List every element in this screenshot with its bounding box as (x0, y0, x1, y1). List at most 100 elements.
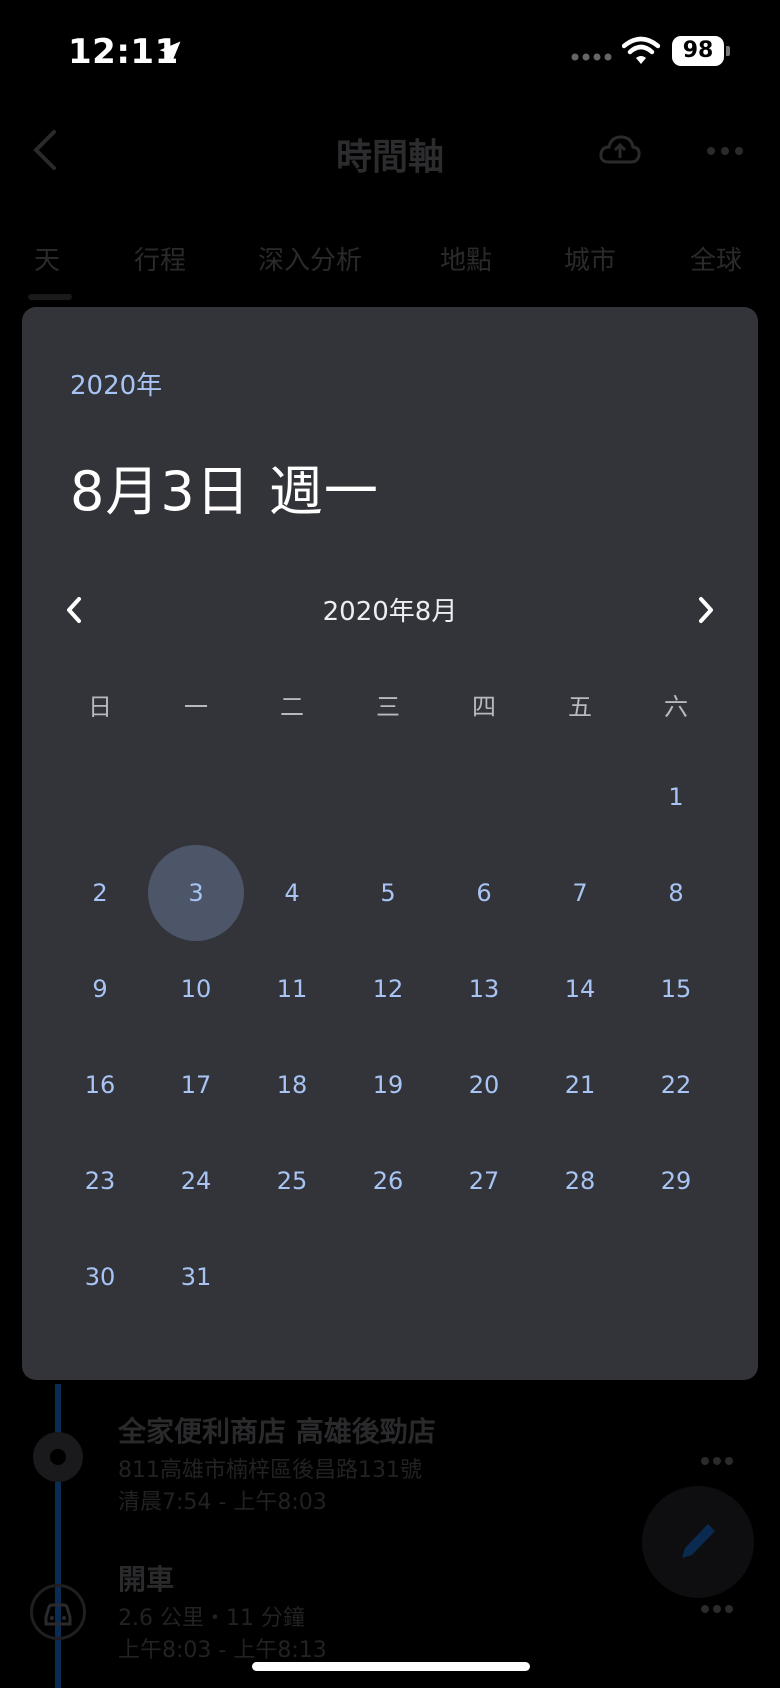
calendar-day-label: 31 (180, 1263, 212, 1291)
calendar-day-label: 22 (660, 1071, 692, 1099)
weekday-sun: 日 (88, 693, 112, 721)
calendar-day-label: 24 (180, 1167, 212, 1195)
calendar-day-label: 28 (564, 1167, 596, 1195)
calendar-day-label: 19 (372, 1071, 404, 1099)
tab-day[interactable]: 天 (34, 240, 60, 277)
calendar-day[interactable]: 23 (52, 1133, 148, 1229)
drive-time: 上午8:03 - 上午8:13 (118, 1638, 327, 1663)
calendar-day[interactable]: 15 (628, 941, 724, 1037)
calendar-day[interactable]: 17 (148, 1037, 244, 1133)
next-month-icon[interactable] (692, 593, 720, 627)
car-icon (30, 1584, 86, 1640)
date-picker-dialog: 2020年 8月3日 週一 2020年8月 日 一 二 三 四 五 六 1234… (22, 307, 758, 1380)
month-label: 2020年8月 (322, 597, 458, 627)
drive-distance: 2.6 公里・11 分鐘 (118, 1606, 305, 1631)
calendar-day-label: 7 (572, 879, 588, 907)
calendar-day[interactable]: 1 (628, 749, 724, 845)
calendar-day[interactable]: 21 (532, 1037, 628, 1133)
tab-cities[interactable]: 城市 (564, 240, 616, 277)
calendar-day-label: 9 (92, 975, 108, 1003)
calendar-day-label: 15 (660, 975, 692, 1003)
calendar-day[interactable]: 30 (52, 1229, 148, 1325)
calendar-day-label: 8 (668, 879, 684, 907)
battery-indicator: 98 (672, 36, 724, 66)
edit-button[interactable] (642, 1486, 754, 1598)
location-arrow-icon (159, 41, 181, 63)
calendar-day[interactable]: 26 (340, 1133, 436, 1229)
calendar-day-label: 12 (372, 975, 404, 1003)
calendar-day-label: 20 (468, 1071, 500, 1099)
calendar-day[interactable]: 22 (628, 1037, 724, 1133)
calendar-day[interactable]: 12 (340, 941, 436, 1037)
place-time: 清晨7:54 - 上午8:03 (118, 1490, 327, 1515)
tab-world[interactable]: 全球 (690, 240, 742, 277)
tab-trips[interactable]: 行程 (134, 240, 186, 277)
calendar-day[interactable]: 4 (244, 845, 340, 941)
cellular-signal-icon (571, 53, 612, 61)
weekday-mon: 一 (184, 693, 208, 721)
calendar-day[interactable]: 11 (244, 941, 340, 1037)
drive-title[interactable]: 開車 (118, 1558, 174, 1598)
calendar-day-label: 13 (468, 975, 500, 1003)
weekday-tue: 二 (280, 693, 304, 721)
calendar-day-label: 5 (380, 879, 396, 907)
calendar-day[interactable]: 5 (340, 845, 436, 941)
pencil-icon (682, 1524, 715, 1558)
calendar-day[interactable]: 13 (436, 941, 532, 1037)
calendar-day-label: 29 (660, 1167, 692, 1195)
place-address: 811高雄市楠梓區後昌路131號 (118, 1458, 422, 1483)
wifi-icon (622, 36, 660, 64)
tab-indicator (28, 294, 72, 300)
calendar-day[interactable]: 16 (52, 1037, 148, 1133)
weekday-fri: 五 (568, 693, 592, 721)
calendar-day-label: 10 (180, 975, 212, 1003)
place-title[interactable]: 全家便利商店 高雄後勁店 (118, 1410, 436, 1450)
calendar-day-label: 25 (276, 1167, 308, 1195)
calendar-day-selected[interactable]: 3 (148, 845, 244, 941)
calendar-day[interactable]: 24 (148, 1133, 244, 1229)
calendar-day-label: 27 (468, 1167, 500, 1195)
calendar-day[interactable]: 28 (532, 1133, 628, 1229)
place-more-icon[interactable] (700, 1456, 734, 1466)
calendar-day[interactable]: 7 (532, 845, 628, 941)
tab-places[interactable]: 地點 (440, 240, 492, 277)
calendar-day-label: 2 (92, 879, 108, 907)
calendar-day[interactable]: 19 (340, 1037, 436, 1133)
weekday-header: 日 一 二 三 四 五 六 (52, 687, 724, 737)
battery-tip (726, 46, 730, 56)
status-bar: 12:11 98 (0, 0, 780, 100)
calendar-day-label: 30 (84, 1263, 116, 1291)
more-options-icon[interactable] (706, 146, 744, 156)
place-pin-icon (33, 1432, 83, 1482)
selected-date-header: 8月3日 週一 (70, 460, 379, 523)
calendar-day-label: 11 (276, 975, 308, 1003)
calendar-day[interactable]: 9 (52, 941, 148, 1037)
drive-more-icon[interactable] (700, 1604, 734, 1614)
calendar-day-label: 17 (180, 1071, 212, 1099)
calendar-day[interactable]: 25 (244, 1133, 340, 1229)
calendar-day[interactable]: 27 (436, 1133, 532, 1229)
calendar-day[interactable]: 29 (628, 1133, 724, 1229)
month-navigation: 2020年8月 (22, 585, 758, 635)
calendar-day[interactable]: 20 (436, 1037, 532, 1133)
calendar-day-label: 14 (564, 975, 596, 1003)
nav-bar: 時間軸 (0, 110, 780, 190)
calendar-day[interactable]: 14 (532, 941, 628, 1037)
calendar-day[interactable]: 10 (148, 941, 244, 1037)
calendar-day[interactable]: 18 (244, 1037, 340, 1133)
home-indicator[interactable] (252, 1662, 530, 1671)
calendar-day[interactable]: 8 (628, 845, 724, 941)
weekday-sat: 六 (664, 693, 688, 721)
year-selector[interactable]: 2020年 (70, 365, 162, 402)
calendar-day-label: 4 (284, 879, 300, 907)
calendar-day-label: 23 (84, 1167, 116, 1195)
tab-insights[interactable]: 深入分析 (258, 240, 362, 277)
calendar-day[interactable]: 31 (148, 1229, 244, 1325)
cloud-upload-icon[interactable] (598, 132, 642, 168)
calendar-day-label: 16 (84, 1071, 116, 1099)
calendar-day-label: 21 (564, 1071, 596, 1099)
calendar-day-grid: 1 2 3 4 5 6 7 8 9 10 11 12 13 14 15 16 17 18 19 20 21 22 23 24 2… (52, 749, 724, 1349)
calendar-day[interactable]: 6 (436, 845, 532, 941)
calendar-day[interactable]: 2 (52, 845, 148, 941)
calendar-day-label: 3 (188, 879, 204, 907)
